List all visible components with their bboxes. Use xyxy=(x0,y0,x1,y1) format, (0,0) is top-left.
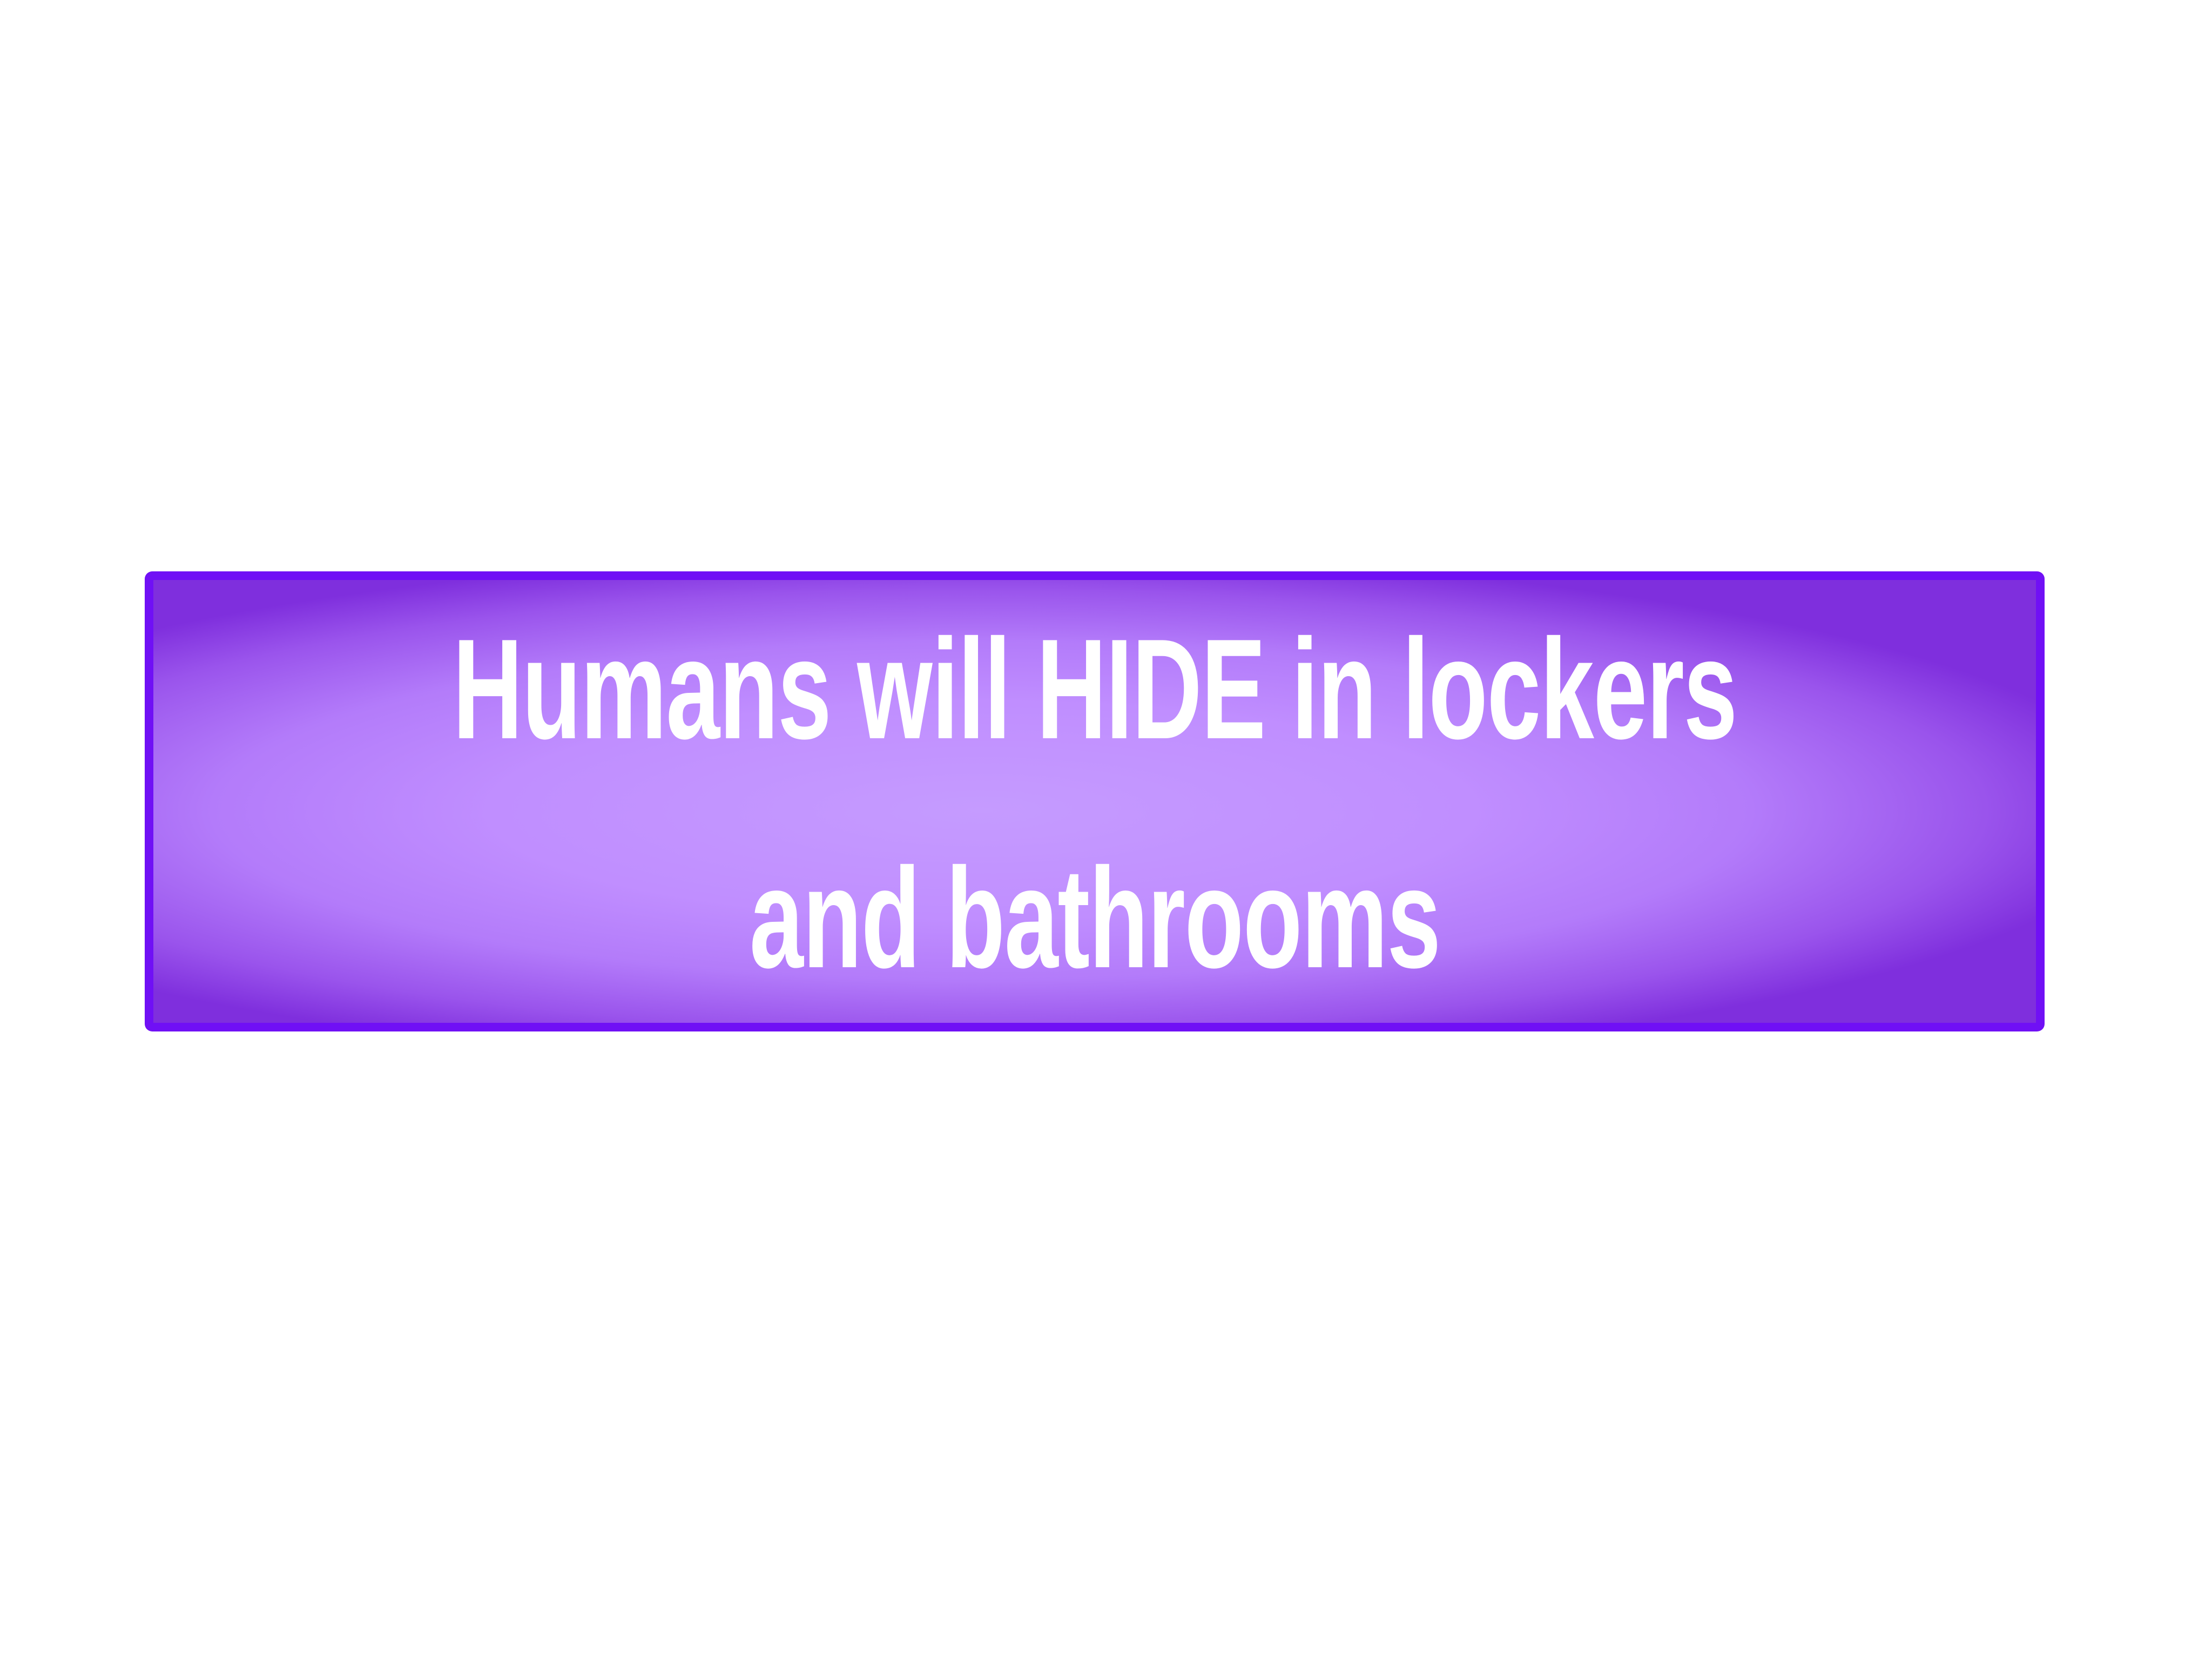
slide-canvas: Humans will HIDE in lockers and bathroom… xyxy=(0,0,2212,1659)
banner-text-line-1: Humans will HIDE in lockers xyxy=(453,609,1737,768)
purple-banner: Humans will HIDE in lockers and bathroom… xyxy=(145,571,2045,1031)
banner-text-line-2: and bathrooms xyxy=(749,838,1441,997)
